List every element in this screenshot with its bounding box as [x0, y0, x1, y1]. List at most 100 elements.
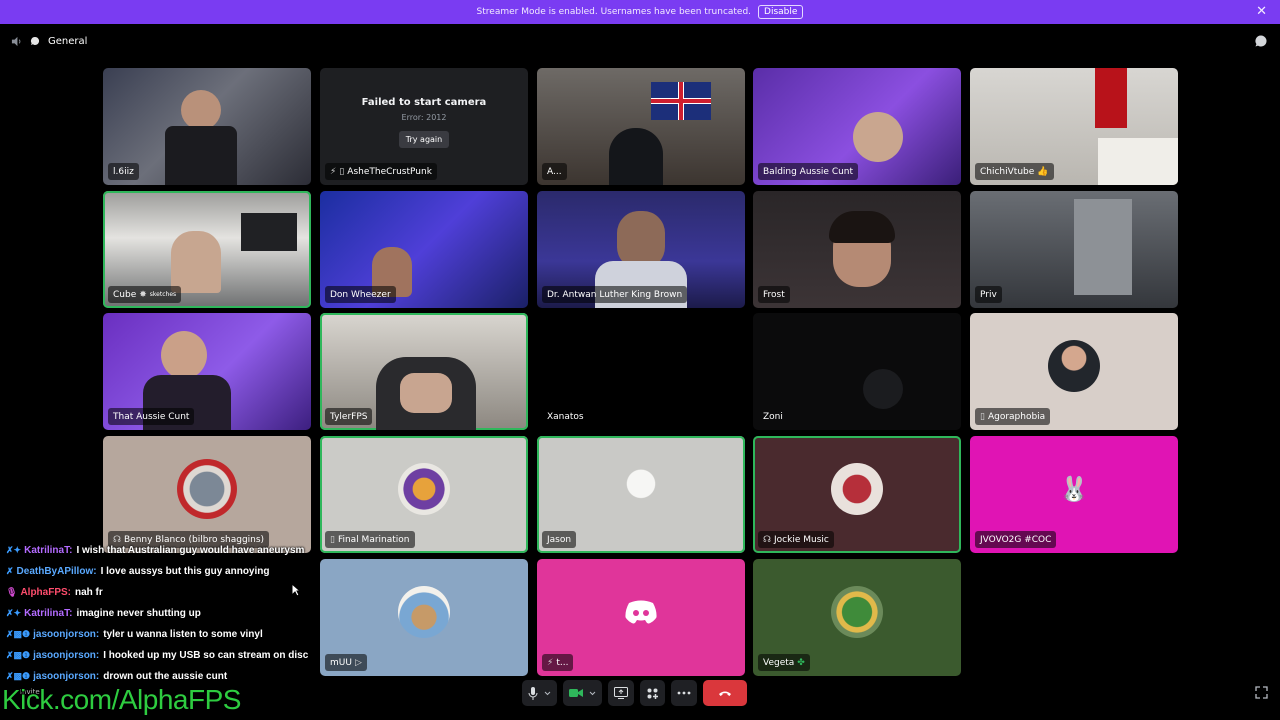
video-tile[interactable]: That Aussie Cunt — [103, 313, 311, 430]
participant-name-label: Cube ✸ sketches — [108, 286, 182, 303]
avatar — [398, 585, 450, 638]
participant-name: Jockie Music — [774, 534, 829, 545]
chevron-down-icon[interactable] — [589, 691, 596, 696]
participant-name: Agoraphobia — [987, 411, 1046, 422]
video-tile[interactable]: Jason — [537, 436, 745, 553]
participant-name: Cube — [113, 289, 137, 300]
participant-name-label: ⚡ t... — [542, 654, 574, 671]
fullscreen-icon[interactable] — [1255, 686, 1268, 699]
chat-badges: ✗ — [6, 566, 14, 576]
participant-name-label: Jason — [542, 531, 577, 548]
participant-name: Dr. Antwan Luther King Brown — [547, 289, 683, 300]
chevron-down-icon[interactable] — [544, 691, 551, 696]
phone-hangup-icon — [719, 691, 731, 696]
video-tile[interactable]: A... — [537, 68, 745, 185]
more-options-button[interactable] — [671, 680, 697, 706]
participant-name-label: TylerFPS — [325, 408, 373, 425]
video-tile[interactable]: ▯ Agoraphobia — [970, 313, 1178, 430]
video-tile[interactable]: Frost — [753, 191, 961, 308]
video-tile[interactable]: 🐰 JVOVO2G #COC — [970, 436, 1178, 553]
camera-error-title: Failed to start camera — [361, 97, 487, 108]
chat-username: jasoonjorson: — [33, 650, 100, 661]
participant-video-body — [165, 126, 237, 185]
chat-username: AlphaFPS: — [20, 587, 71, 598]
chat-text: nah fr — [75, 587, 103, 598]
video-tile[interactable]: Failed to start camera Error: 2012 Try a… — [320, 68, 528, 185]
video-tile[interactable]: Priv — [970, 191, 1178, 308]
chat-message: ✗▩❶ jasoonjorson: tyler u wanna listen t… — [6, 624, 386, 645]
camera-error: Failed to start camera Error: 2012 Try a… — [320, 97, 528, 148]
video-tile[interactable]: Don Wheezer — [320, 191, 528, 308]
participant-name-label: Balding Aussie Cunt — [758, 163, 859, 180]
video-tile[interactable]: Balding Aussie Cunt — [753, 68, 961, 185]
headphones-icon: ☊ — [763, 534, 771, 545]
close-icon[interactable]: ✕ — [1256, 4, 1267, 19]
streaming-icon: ✸ — [139, 289, 147, 300]
video-tile[interactable]: ☊ Benny Blanco (bilbro shaggins) — [103, 436, 311, 553]
participant-name: Jason — [547, 534, 572, 545]
participant-name: That Aussie Cunt — [113, 411, 190, 422]
camera-toggle-button[interactable] — [563, 680, 602, 706]
chat-text: drown out the aussie cunt — [103, 671, 228, 682]
disconnect-button[interactable] — [703, 680, 747, 706]
try-again-button[interactable]: Try again — [398, 131, 450, 148]
activity-icon — [647, 688, 658, 699]
chat-message: ✗▩❶ jasoonjorson: I hooked up my USB so … — [6, 645, 386, 666]
avatar — [1048, 339, 1100, 392]
video-tile[interactable]: Vegeta ✤ — [753, 559, 961, 676]
participant-name-label: ⚡ ▯ AsheTheCrustPunk — [325, 163, 437, 180]
chat-badges: ✗▩❶ — [6, 629, 31, 639]
participant-hair — [829, 211, 895, 243]
participant-name: Balding Aussie Cunt — [763, 166, 854, 177]
call-controls — [522, 680, 747, 706]
video-tile[interactable]: ChichiVtube 👍 — [970, 68, 1178, 185]
participant-name: TylerFPS — [330, 411, 368, 422]
participant-name: AsheTheCrustPunk — [347, 166, 432, 177]
participant-name-label: That Aussie Cunt — [108, 408, 195, 425]
chat-message: ✗✦ KatrilinaT: imagine never shutting up — [6, 603, 386, 624]
video-tile[interactable]: TylerFPS — [320, 313, 528, 430]
participant-video — [609, 128, 663, 185]
streamer-mode-banner: Streamer Mode is enabled. Usernames have… — [0, 0, 1280, 24]
clover-icon: ✤ — [797, 657, 805, 668]
participant-name-label: ▯ Agoraphobia — [975, 408, 1051, 425]
avatar — [398, 462, 450, 515]
video-tile[interactable]: ☊ Jockie Music — [753, 436, 961, 553]
video-tile[interactable]: Xanatos — [537, 313, 745, 430]
video-tile[interactable]: ▯ Final Marination — [320, 436, 528, 553]
speaker-icon[interactable] — [10, 35, 22, 47]
participant-name: t... — [556, 657, 569, 668]
video-tile[interactable]: Dr. Antwan Luther King Brown — [537, 191, 745, 308]
avatar — [831, 585, 883, 638]
participant-name: A... — [547, 166, 562, 177]
microphone-toggle-button[interactable] — [522, 680, 557, 706]
more-icon — [677, 691, 691, 695]
activities-button[interactable] — [640, 680, 665, 706]
camera-icon — [569, 689, 583, 697]
video-tile[interactable]: Cube ✸ sketches — [103, 191, 311, 308]
video-tile[interactable]: Zoni — [753, 313, 961, 430]
camera-error-code: Error: 2012 — [401, 113, 447, 122]
chat-username: jasoonjorson: — [33, 671, 100, 682]
show-chat-icon[interactable] — [1254, 34, 1268, 48]
participant-name-label: JVOVO2G #COC — [975, 531, 1057, 548]
bed-in-video — [1098, 138, 1178, 185]
chat-username: KatrilinaT: — [24, 545, 73, 556]
thumbs-up-icon: 👍 — [1037, 166, 1049, 177]
participant-name-label: Xanatos — [542, 408, 589, 425]
participant-name-label: ☊ Jockie Music — [758, 531, 834, 548]
channel-header: General — [10, 33, 87, 49]
microphone-icon — [528, 686, 538, 700]
participant-tag: sketches — [149, 291, 177, 298]
chat-message: ✗✦ KatrilinaT: I wish that Australian gu… — [6, 540, 386, 561]
disable-streamer-mode-button[interactable]: Disable — [758, 5, 804, 19]
chat-text: I wish that Australian guy would have an… — [76, 545, 305, 556]
mouse-cursor-icon — [291, 583, 301, 597]
video-tile[interactable]: l.6iiz — [103, 68, 311, 185]
screenshare-button[interactable] — [608, 680, 634, 706]
participant-name: JVOVO2G #COC — [980, 534, 1052, 545]
chat-text: I hooked up my USB so can stream on disc — [103, 650, 309, 661]
participant-hands — [400, 373, 452, 413]
video-tile[interactable]: ⚡ t... — [537, 559, 745, 676]
flag-in-video — [651, 82, 711, 120]
